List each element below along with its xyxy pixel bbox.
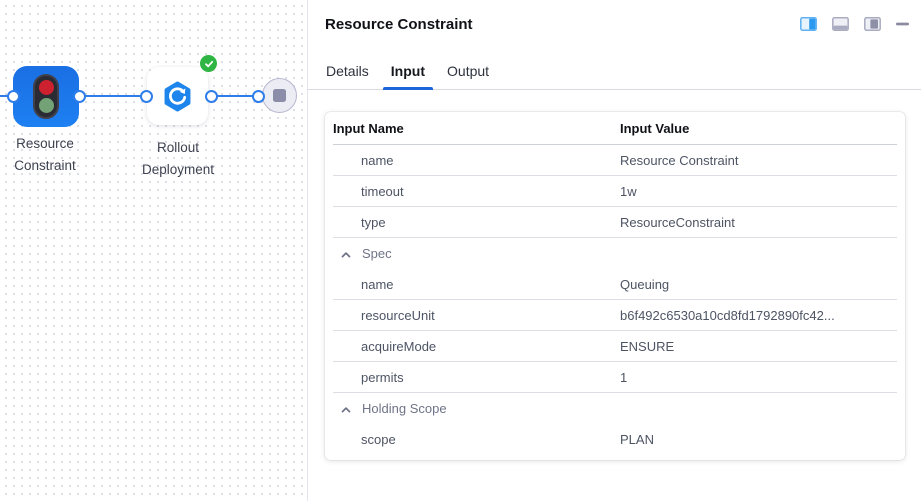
red-light-icon [39, 80, 54, 95]
table-row: acquireMode ENSURE [333, 331, 897, 362]
panel-position-right-icon [800, 17, 817, 31]
input-name-cell: permits [361, 370, 404, 385]
check-icon [204, 59, 214, 69]
panel-position-float-icon [864, 17, 881, 31]
success-check-badge [200, 55, 217, 72]
node-label: Resource Constraint [0, 133, 98, 177]
input-name-cell: name [361, 277, 394, 292]
input-table-body: name Resource Constraint timeout 1w type Reso… [325, 145, 905, 455]
input-table-header: Input Name Input Value [333, 112, 897, 145]
panel-position-float-button[interactable] [864, 17, 881, 31]
table-row: permits 1 [333, 362, 897, 393]
rollout-icon [161, 80, 194, 113]
input-name-cell: scope [361, 432, 396, 447]
input-name-cell: acquireMode [361, 339, 436, 354]
minimize-panel-button[interactable] [896, 22, 909, 26]
input-name-cell: type [361, 215, 386, 230]
input-name-cell: resourceUnit [361, 308, 435, 323]
panel-position-bottom-icon [832, 17, 849, 31]
node-rollout-deployment[interactable] [147, 67, 208, 125]
input-value-cell: 1 [620, 370, 897, 385]
tab-input[interactable]: Input [383, 52, 433, 89]
column-header-input-name: Input Name [333, 121, 620, 136]
table-row: name Resource Constraint [333, 145, 897, 176]
panel-position-right-button[interactable] [800, 17, 817, 31]
workflow-canvas[interactable]: Resource Constraint Rollout Deployment [0, 0, 308, 501]
node-label: Rollout Deployment [125, 137, 231, 181]
input-value-cell: 1w [620, 184, 897, 199]
minimize-icon [896, 22, 909, 26]
input-value-cell: ENSURE [620, 339, 897, 354]
table-group-row[interactable]: Spec [333, 238, 897, 269]
input-value-cell: b6f492c6530a10cd8fd1792890fc42... [620, 308, 897, 323]
port-in-rollout-deployment[interactable] [140, 90, 153, 103]
port-out-resource-constraint[interactable] [73, 90, 86, 103]
input-value-cell: ResourceConstraint [620, 215, 897, 230]
table-group-row[interactable]: Holding Scope [333, 393, 897, 424]
panel-controls [800, 17, 909, 31]
details-panel: Resource Constraint [308, 0, 921, 501]
port-in-end[interactable] [252, 90, 265, 103]
node-end[interactable] [262, 78, 297, 113]
input-value-cell: Queuing [620, 277, 897, 292]
tab-output[interactable]: Output [439, 52, 497, 89]
input-name-cell: timeout [361, 184, 404, 199]
tab-details[interactable]: Details [318, 52, 377, 89]
input-name-cell: name [361, 153, 394, 168]
table-row: resourceUnit b6f492c6530a10cd8fd1792890fc… [333, 300, 897, 331]
table-row: type ResourceConstraint [333, 207, 897, 238]
input-value-cell: Resource Constraint [620, 153, 897, 168]
port-in-resource-constraint[interactable] [7, 90, 20, 103]
panel-position-bottom-button[interactable] [832, 17, 849, 31]
port-out-rollout-deployment[interactable] [205, 90, 218, 103]
workflow-app: Resource Constraint Rollout Deployment R… [0, 0, 921, 501]
table-row: name Queuing [333, 269, 897, 300]
input-table-card: Input Name Input Value name Resource Cons… [325, 112, 905, 460]
column-header-input-value: Input Value [620, 121, 897, 136]
input-value-cell: PLAN [620, 432, 897, 447]
node-resource-constraint[interactable] [13, 66, 79, 127]
chevron-up-icon[interactable] [340, 249, 352, 261]
end-node-square-icon [273, 89, 286, 102]
group-name-label: Spec [362, 246, 392, 261]
traffic-light-icon [33, 74, 59, 119]
tab-bar: Details Input Output [308, 52, 921, 90]
chevron-up-icon[interactable] [340, 404, 352, 416]
group-name-label: Holding Scope [362, 401, 447, 416]
green-light-icon [39, 98, 54, 113]
table-row: timeout 1w [333, 176, 897, 207]
table-row: scope PLAN [333, 424, 897, 455]
